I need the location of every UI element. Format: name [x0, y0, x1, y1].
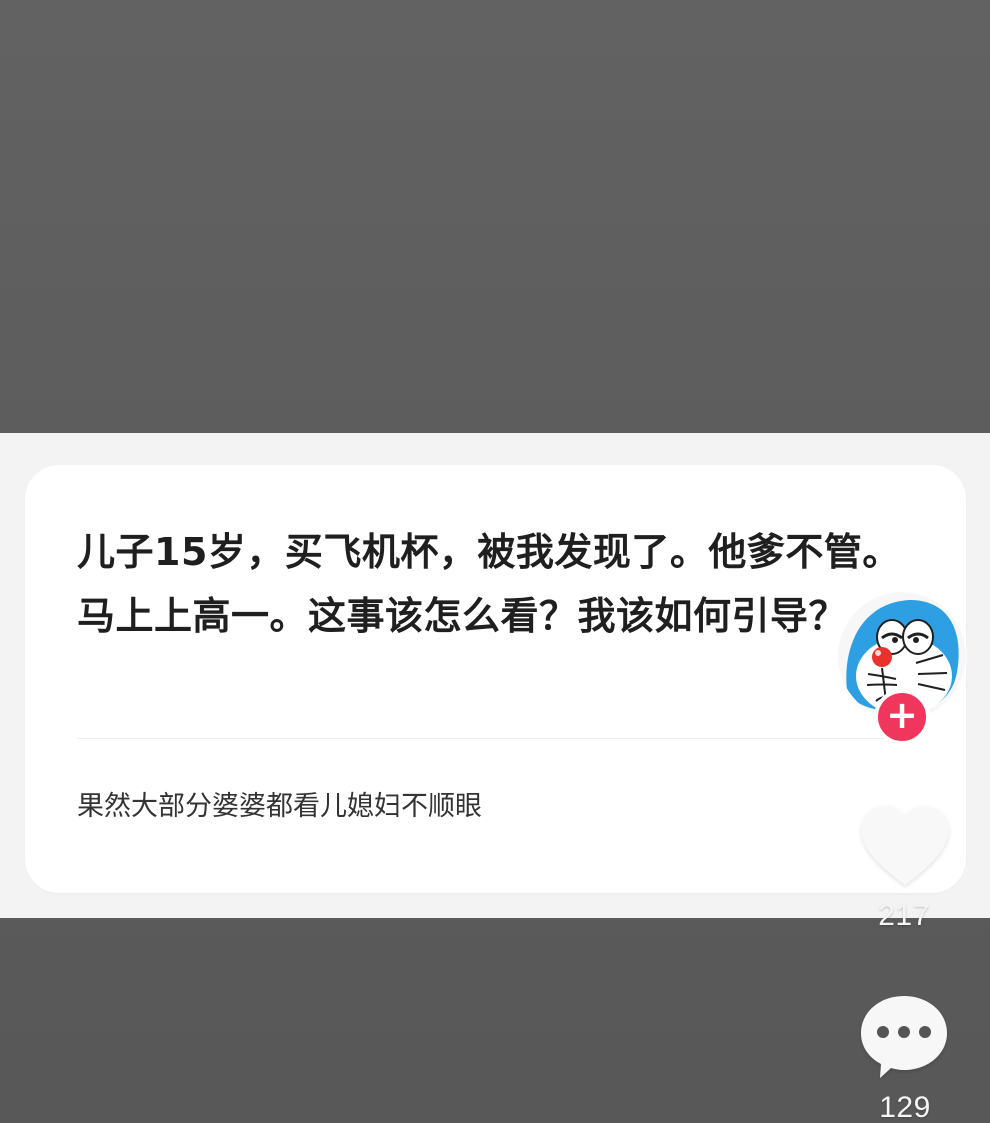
like-count: 217 [878, 899, 930, 932]
question-card[interactable]: 儿子15岁，买飞机杯，被我发现了。他爹不管。马上上高一。这事该怎么看？我该如何引… [25, 465, 966, 893]
like-button[interactable] [856, 797, 954, 893]
follow-button[interactable]: + [874, 689, 930, 745]
comment-button[interactable] [856, 990, 952, 1084]
question-title: 儿子15岁，买飞机杯，被我发现了。他爹不管。马上上高一。这事该怎么看？我该如何引… [77, 530, 901, 638]
divider [77, 738, 909, 739]
heart-icon [861, 805, 949, 885]
comment-bubble-icon [861, 996, 947, 1078]
comment-count: 129 [879, 1091, 931, 1123]
post-viewer: 儿子15岁，买飞机杯，被我发现了。他爹不管。马上上高一。这事该怎么看？我该如何引… [0, 0, 990, 1123]
answer-preview: 果然大部分婆婆都看儿媳妇不顺眼 [77, 791, 482, 822]
